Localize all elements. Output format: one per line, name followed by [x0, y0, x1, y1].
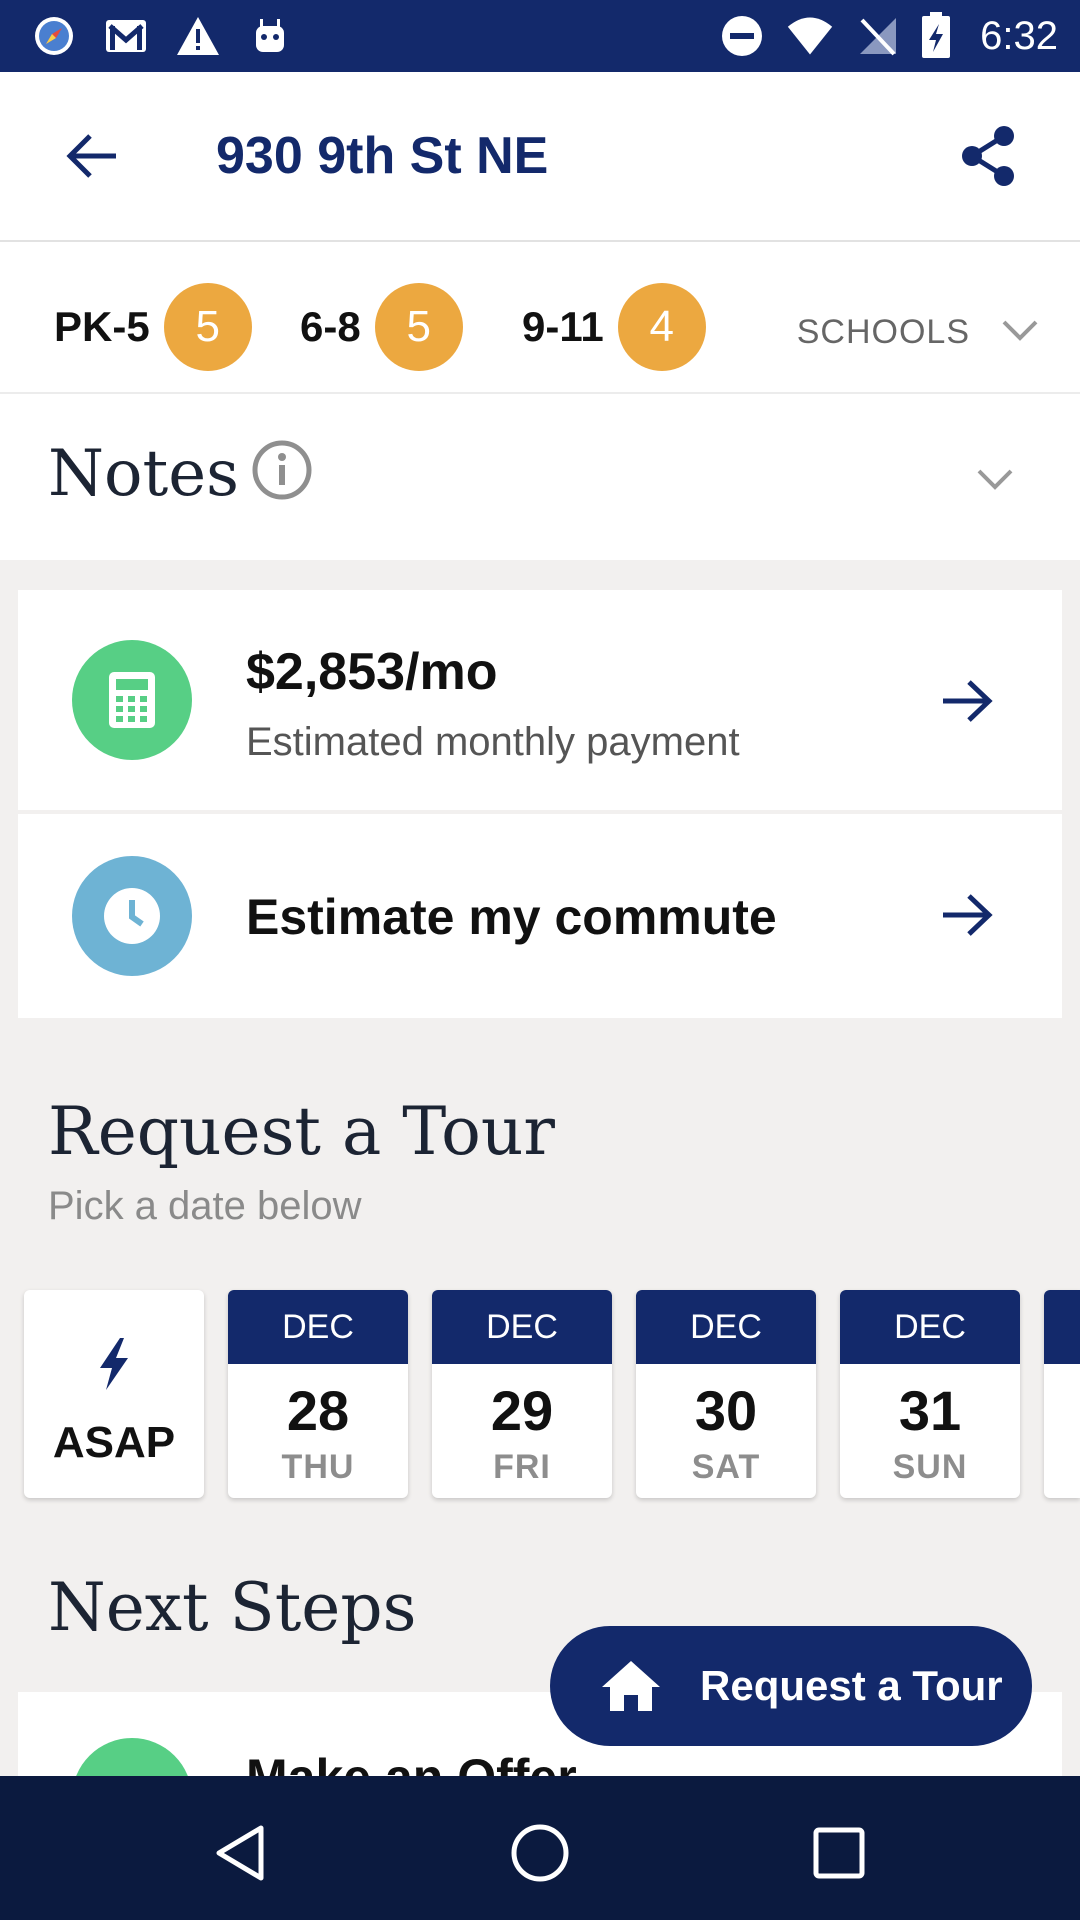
asap-label: ASAP	[52, 1418, 176, 1467]
date-day: 30	[694, 1379, 758, 1442]
school-rating-badge: 5	[374, 283, 463, 371]
arrow-forward-icon	[932, 880, 1002, 950]
notes-title: Notes	[48, 437, 239, 511]
info-icon[interactable]	[250, 438, 314, 507]
nav-back-icon[interactable]	[196, 1808, 286, 1898]
date-option-next-partial[interactable]	[1044, 1290, 1080, 1498]
date-weekday: SAT	[691, 1448, 761, 1486]
nav-recents-icon[interactable]	[794, 1808, 884, 1898]
battery-charging-icon	[912, 12, 960, 60]
date-day: 28	[286, 1379, 350, 1442]
no-signal-icon	[854, 12, 902, 60]
request-tour-button[interactable]: Request a Tour	[550, 1626, 1032, 1746]
grade-label: PK-5	[54, 303, 150, 350]
date-option-dec-28[interactable]: DEC 28 THU	[228, 1290, 408, 1498]
date-option-dec-30[interactable]: DEC 30 SAT	[636, 1290, 816, 1498]
school-rating-badge: 5	[163, 283, 252, 371]
tour-subtitle: Pick a date below	[48, 1184, 362, 1228]
next-steps-title: Next Steps	[48, 1569, 417, 1646]
gmail-icon	[102, 12, 150, 60]
school-rating-badge: 4	[617, 283, 706, 371]
date-option-dec-31[interactable]: DEC 31 SUN	[840, 1290, 1020, 1498]
date-weekday: FRI	[493, 1448, 551, 1486]
grade-label: 9-11	[522, 303, 604, 350]
asap-date-option[interactable]: ASAP	[24, 1290, 204, 1498]
commute-label: Estimate my commute	[246, 889, 777, 945]
monthly-payment-card[interactable]: $2,853/mo Estimated monthly payment	[18, 590, 1062, 810]
school-grade-6-8[interactable]: 6-8 5	[300, 282, 463, 372]
date-option-dec-29[interactable]: DEC 29 FRI	[432, 1290, 612, 1498]
arrow-back-icon[interactable]	[52, 120, 132, 192]
android-icon	[246, 12, 294, 60]
schools-row: PK-5 5 6-8 5 9-11 4 SCHOOLS	[0, 242, 1080, 394]
arrow-forward-icon	[932, 666, 1002, 736]
schools-label: SCHOOLS	[796, 312, 970, 351]
request-tour-label: Request a Tour	[700, 1662, 1003, 1709]
tour-section-title: Request a Tour	[48, 1093, 555, 1170]
date-month: DEC	[228, 1290, 408, 1364]
chevron-down-icon[interactable]	[960, 444, 1030, 514]
app-bar: 930 9th St NE	[0, 72, 1080, 242]
school-grade-pk5[interactable]: PK-5 5	[54, 282, 252, 372]
warning-icon	[174, 12, 222, 60]
date-month: DEC	[840, 1290, 1020, 1364]
commute-card[interactable]: Estimate my commute	[18, 814, 1062, 1018]
school-grade-9-11[interactable]: 9-11 4	[522, 282, 706, 372]
system-nav-bar	[0, 1776, 1080, 1920]
do-not-disturb-icon	[718, 12, 766, 60]
nav-home-icon[interactable]	[495, 1808, 585, 1898]
status-time: 6:32	[980, 14, 1058, 58]
page-title: 930 9th St NE	[216, 127, 549, 185]
schools-toggle[interactable]: SCHOOLS	[797, 292, 1040, 372]
home-icon	[596, 1651, 666, 1721]
notes-section[interactable]: Notes	[0, 394, 1080, 560]
date-month: DEC	[636, 1290, 816, 1364]
date-day: 31	[898, 1379, 962, 1442]
payment-amount: $2,853/mo	[246, 643, 498, 701]
date-weekday: SUN	[892, 1448, 968, 1486]
calculator-icon	[72, 640, 192, 760]
share-icon[interactable]	[948, 120, 1028, 192]
lightning-bolt-icon	[94, 1338, 134, 1395]
date-day: 29	[490, 1379, 554, 1442]
date-month-partial	[1044, 1290, 1080, 1364]
clock-icon	[72, 856, 192, 976]
status-bar: 6:32	[0, 0, 1080, 72]
chevron-down-icon	[1000, 318, 1040, 347]
date-month: DEC	[432, 1290, 612, 1364]
payment-caption: Estimated monthly payment	[246, 720, 740, 764]
date-weekday: THU	[281, 1448, 355, 1486]
grade-label: 6-8	[300, 303, 361, 350]
compass-icon	[30, 12, 78, 60]
wifi-icon	[786, 12, 834, 60]
